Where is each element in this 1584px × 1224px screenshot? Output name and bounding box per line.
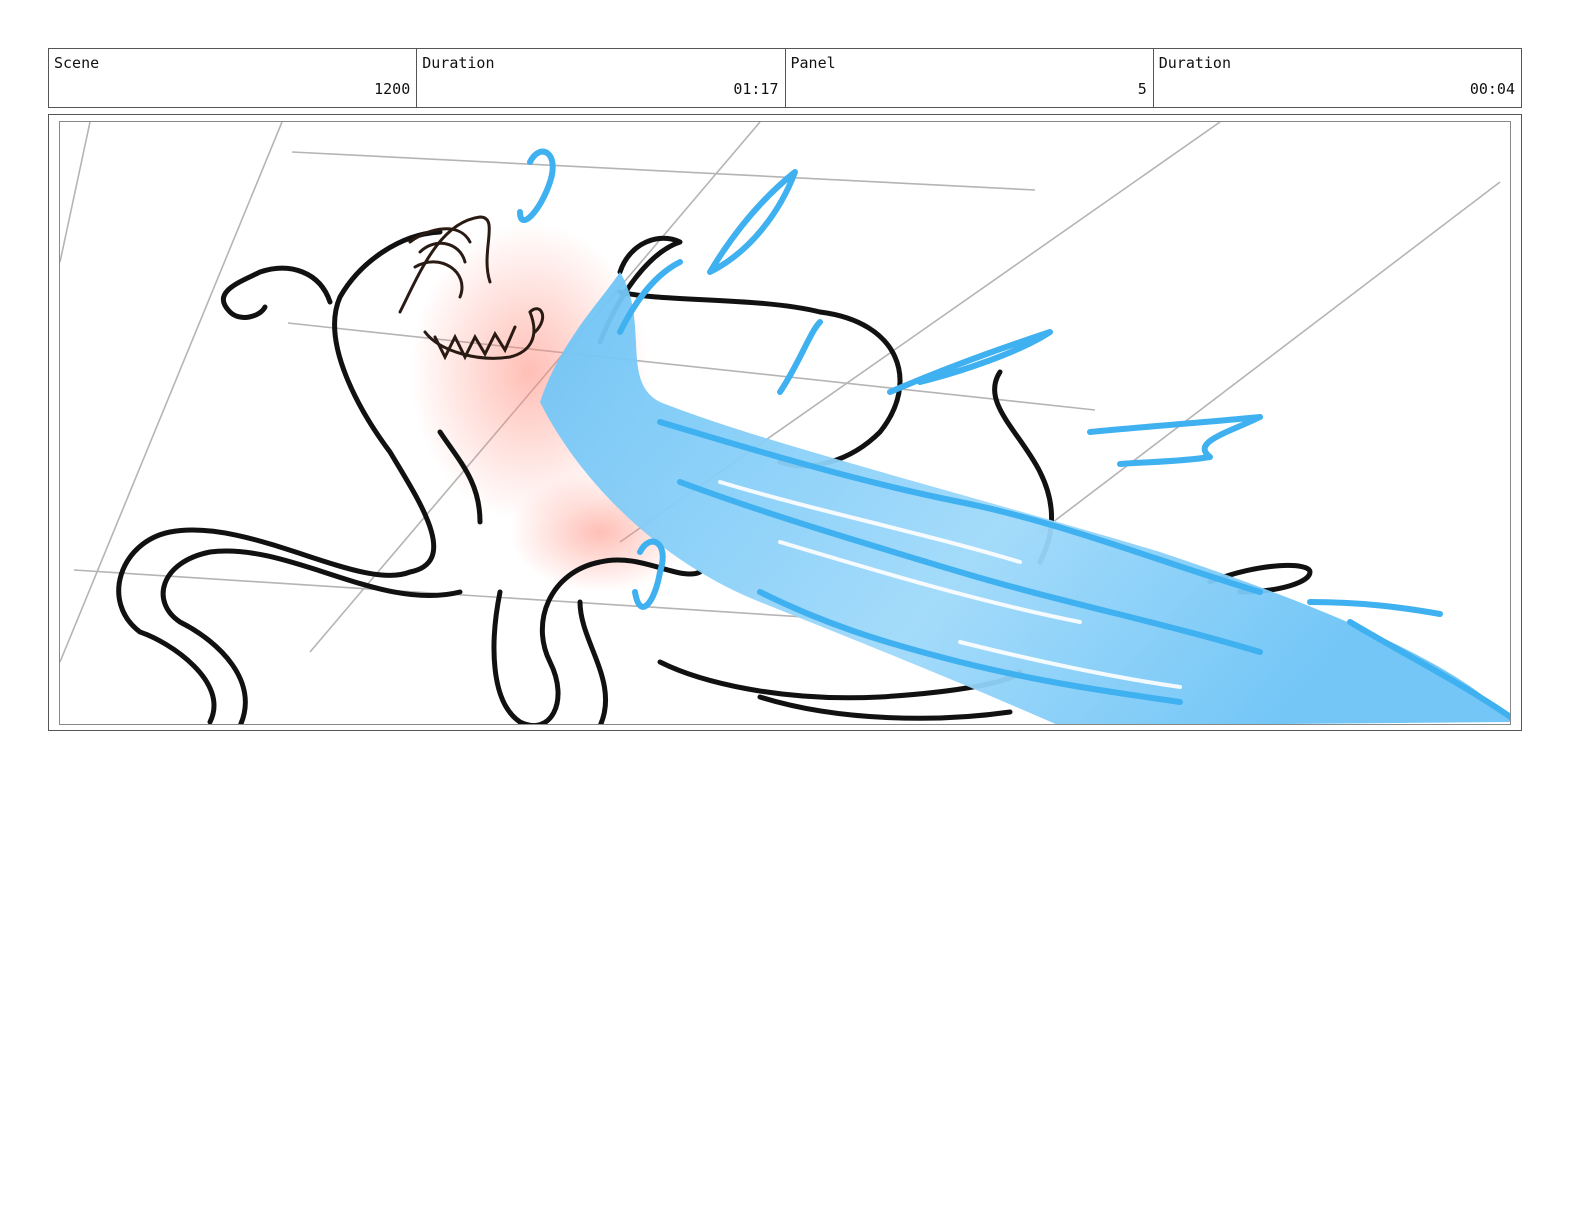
panel-number: 5	[1137, 80, 1147, 98]
scene-cell: Scene 1200	[49, 49, 418, 107]
storyboard-header: Scene 1200 Duration 01:17 Panel 5 Durati…	[48, 48, 1522, 108]
scene-number: 1200	[374, 80, 411, 98]
panel-duration-label: Duration	[1158, 54, 1231, 72]
scene-duration-cell: Duration 01:17	[417, 49, 786, 107]
sketch-canvas	[60, 122, 1510, 724]
storyboard-panel-frame	[48, 114, 1522, 731]
scene-duration-value: 01:17	[733, 80, 779, 98]
panel-label: Panel	[790, 54, 836, 72]
scene-label: Scene	[54, 54, 100, 72]
panel-duration-value: 00:04	[1469, 80, 1515, 98]
panel-duration-cell: Duration 00:04	[1154, 49, 1521, 107]
panel-cell: Panel 5	[786, 49, 1154, 107]
scene-duration-label: Duration	[422, 54, 495, 72]
storyboard-panel-drawing	[59, 121, 1511, 725]
